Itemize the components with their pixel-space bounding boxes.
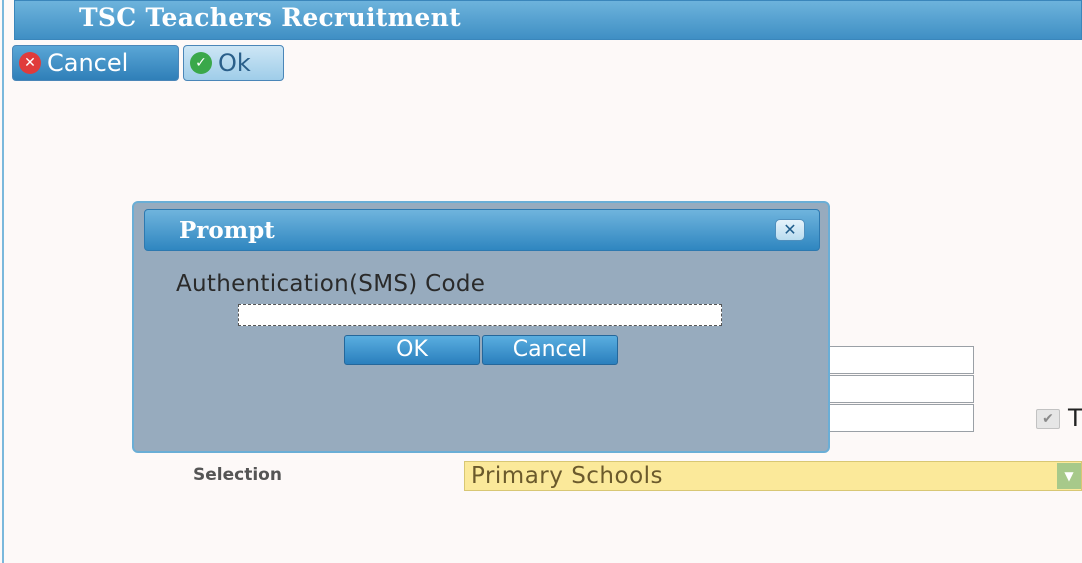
left-border — [2, 0, 4, 563]
chevron-down-icon[interactable]: ▼ — [1057, 463, 1081, 489]
ok-button[interactable]: ✓ Ok — [183, 45, 284, 81]
dialog-ok-button[interactable]: OK — [344, 335, 480, 365]
sms-code-input[interactable] — [238, 304, 722, 326]
dialog-title: Prompt — [179, 217, 275, 244]
ok-button-label: Ok — [218, 49, 251, 77]
cancel-button-label: Cancel — [47, 49, 129, 77]
sms-code-label: Authentication(SMS) Code — [176, 271, 486, 297]
prompt-dialog: Prompt ✕ Authentication(SMS) Code OK Can… — [132, 201, 830, 453]
cancel-button[interactable]: ✕ Cancel — [12, 45, 179, 81]
app-title-bar: TSC Teachers Recruitment — [14, 0, 1082, 40]
check-icon: ✓ — [190, 52, 212, 74]
form-field-2[interactable] — [828, 375, 974, 403]
dialog-header: Prompt ✕ — [144, 209, 820, 251]
close-icon[interactable]: ✕ — [775, 219, 805, 241]
cancel-x-icon: ✕ — [19, 52, 41, 74]
form-field-3[interactable] — [828, 404, 974, 432]
app-title: TSC Teachers Recruitment — [79, 3, 461, 32]
selection-dropdown[interactable]: Primary Schools ▼ — [464, 461, 1082, 491]
terms-checkbox-label: T — [1068, 404, 1082, 432]
form-field-1[interactable] — [828, 346, 974, 374]
selection-value: Primary Schools — [471, 463, 664, 489]
dialog-cancel-button[interactable]: Cancel — [482, 335, 618, 365]
selection-label: Selection — [193, 465, 282, 485]
terms-checkbox[interactable]: ✔ — [1036, 409, 1060, 429]
